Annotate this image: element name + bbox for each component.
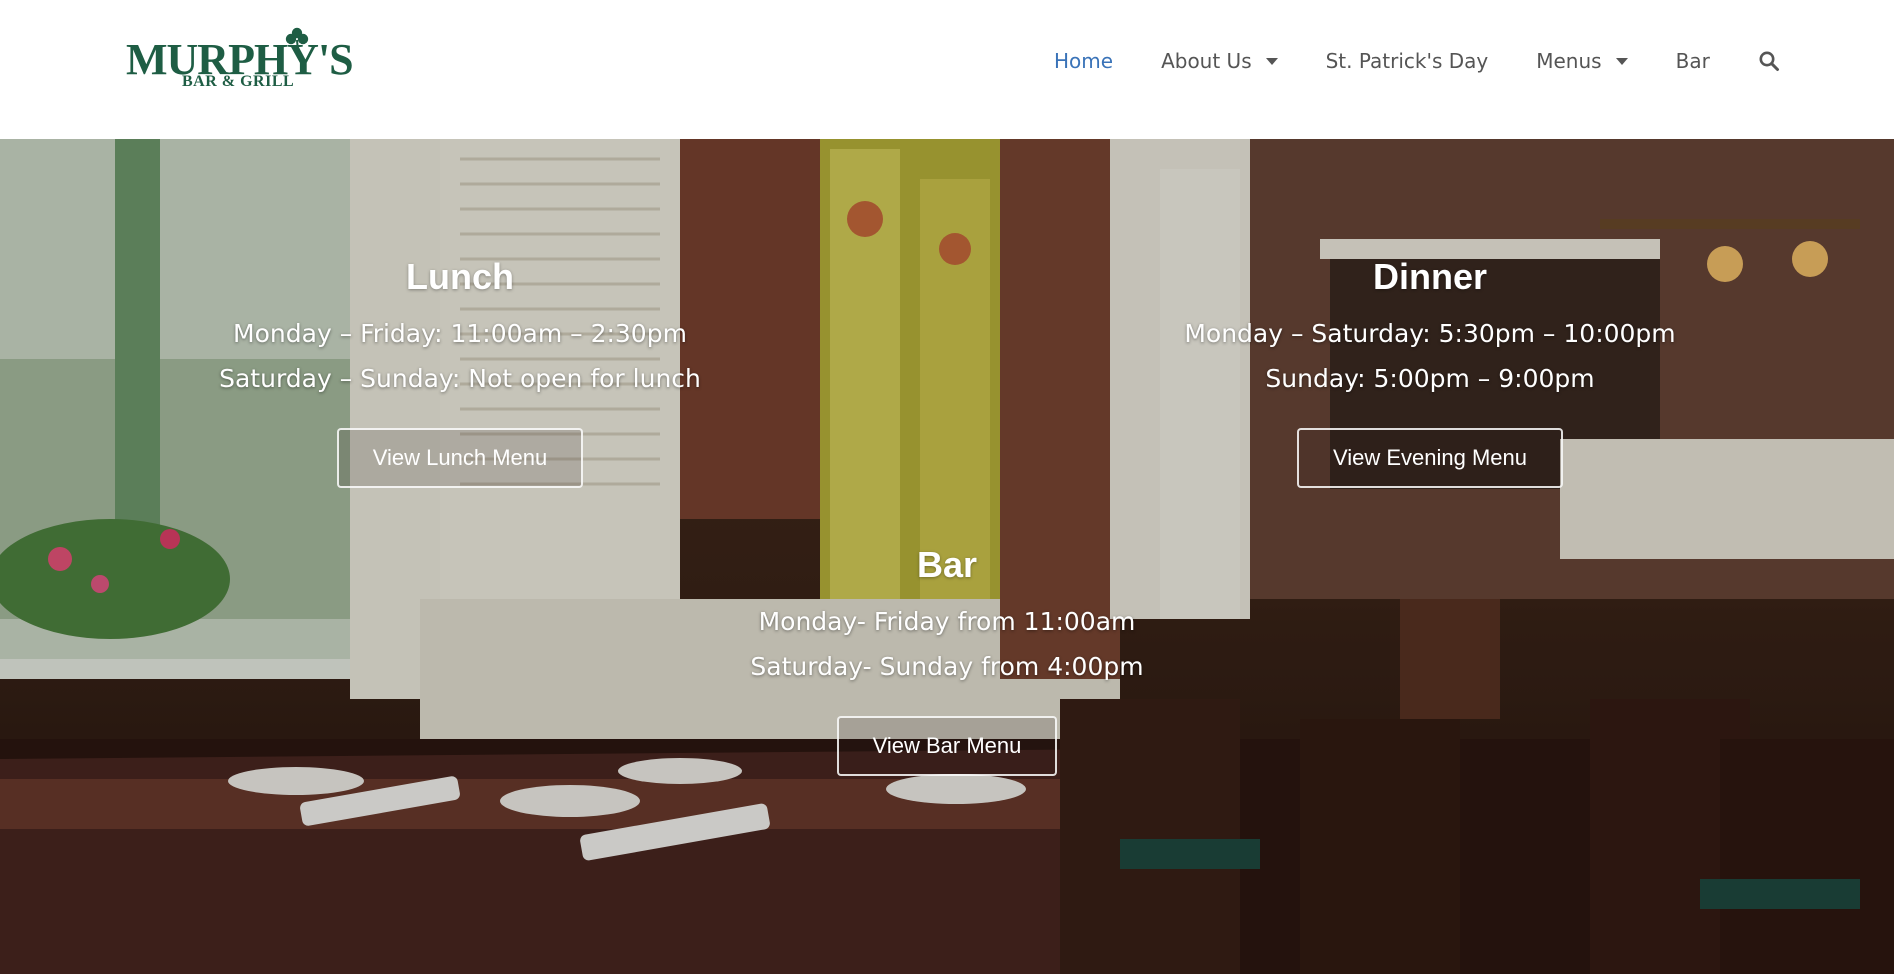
nav-home-label: Home [1054,49,1114,73]
search-icon[interactable] [1758,50,1780,72]
nav-st-patricks-day-label: St. Patrick's Day [1325,49,1489,73]
nav-bar[interactable]: Bar [1676,49,1710,73]
view-bar-menu-button[interactable]: View Bar Menu [836,716,1058,776]
lunch-hours-weekend: Saturday – Sunday: Not open for lunch [219,364,701,393]
nav-bar-label: Bar [1675,49,1710,73]
site-header: MURPHY'S BAR & GRILL Home About Us St. P… [0,0,1894,139]
bar-hours-weekend: Saturday- Sunday from 4:00pm [750,652,1144,681]
shamrock-icon [285,27,309,52]
caret-down-icon [1615,57,1628,65]
caret-down-icon [1265,57,1278,65]
bar-hours-weekday: Monday- Friday from 11:00am [758,607,1136,636]
bar-hours-block: Bar Monday- Friday from 11:00am Saturday… [697,545,1197,776]
site-logo[interactable]: MURPHY'S BAR & GRILL [126,26,354,92]
dinner-hours-weekday: Monday – Saturday: 5:30pm – 10:00pm [1184,319,1676,348]
lunch-hours-block: Lunch Monday – Friday: 11:00am – 2:30pm … [210,257,710,488]
lunch-hours-weekday: Monday – Friday: 11:00am – 2:30pm [233,319,687,348]
view-evening-menu-button[interactable]: View Evening Menu [1296,428,1564,488]
hero-banner: Lunch Monday – Friday: 11:00am – 2:30pm … [0,139,1894,974]
nav-home[interactable]: Home [1054,49,1113,73]
dinner-hours-sunday: Sunday: 5:00pm – 9:00pm [1265,364,1595,393]
dinner-title: Dinner [1372,256,1487,297]
view-lunch-menu-button[interactable]: View Lunch Menu [336,428,584,488]
bar-title: Bar [916,544,978,585]
logo-subtitle: BAR & GRILL [182,73,295,90]
nav-about-us[interactable]: About Us [1161,49,1278,73]
nav-st-patricks-day[interactable]: St. Patrick's Day [1326,49,1489,73]
nav-menus[interactable]: Menus [1536,49,1628,73]
nav-menus-label: Menus [1536,49,1602,73]
nav-about-us-label: About Us [1161,49,1252,73]
dinner-hours-block: Dinner Monday – Saturday: 5:30pm – 10:00… [1160,257,1700,488]
main-nav: Home About Us St. Patrick's Day Menus Ba… [1054,46,1780,76]
lunch-title: Lunch [406,256,514,297]
